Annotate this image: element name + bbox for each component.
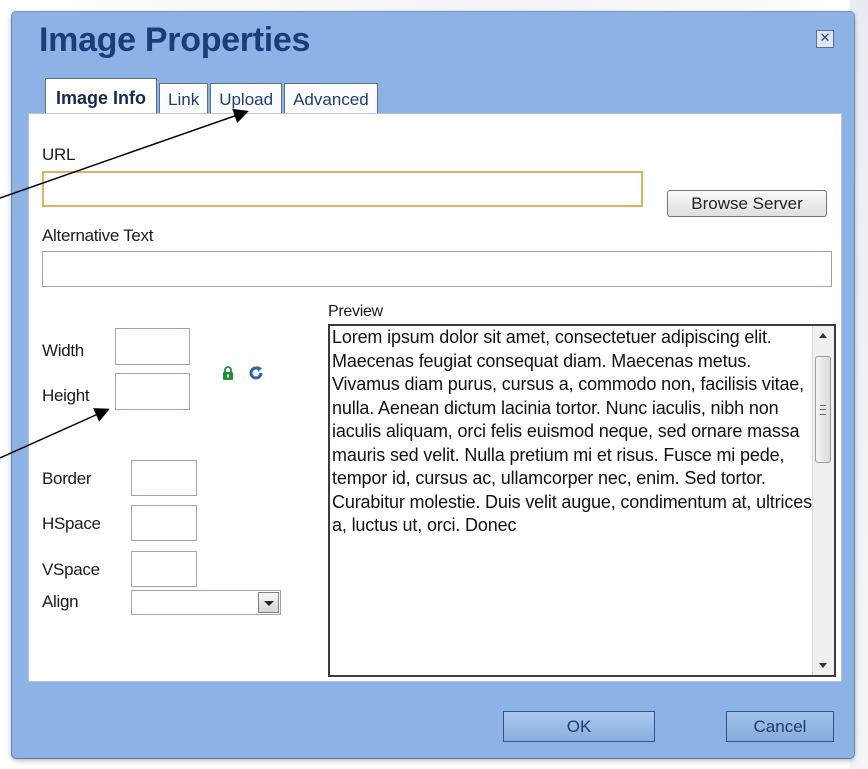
tab-bar: Image Info Link Upload Advanced	[45, 78, 380, 114]
cancel-button[interactable]: Cancel	[726, 711, 834, 742]
vspace-input[interactable]	[131, 551, 197, 587]
image-info-panel: URL Browse Server Alternative Text Width…	[28, 113, 842, 682]
ok-button[interactable]: OK	[503, 711, 655, 742]
tab-link[interactable]: Link	[159, 83, 209, 114]
url-label: URL	[42, 145, 76, 164]
dialog-footer: OK Cancel	[12, 684, 854, 758]
dialog-title: Image Properties	[39, 21, 311, 59]
browse-server-button[interactable]: Browse Server	[667, 190, 827, 217]
reset-size-icon[interactable]	[248, 365, 264, 381]
tab-upload[interactable]: Upload	[210, 83, 283, 114]
url-input[interactable]	[42, 171, 643, 207]
align-select[interactable]	[131, 590, 281, 615]
preview-label: Preview	[328, 303, 383, 320]
vspace-label: VSpace	[42, 560, 100, 579]
scroll-up-icon[interactable]	[813, 326, 833, 346]
hspace-input[interactable]	[131, 505, 197, 541]
scroll-down-icon[interactable]	[813, 655, 833, 675]
chevron-down-icon[interactable]	[258, 592, 279, 613]
border-label: Border	[42, 469, 92, 488]
tab-image-info[interactable]: Image Info	[45, 78, 158, 114]
grip-icon	[820, 405, 826, 415]
close-icon[interactable]: ✕	[816, 30, 834, 48]
alt-text-input[interactable]	[42, 251, 832, 287]
alt-text-label: Alternative Text	[42, 226, 154, 245]
align-label: Align	[42, 592, 79, 611]
height-label: Height	[42, 386, 90, 405]
tab-advanced[interactable]: Advanced	[284, 83, 378, 114]
border-input[interactable]	[131, 460, 197, 496]
image-properties-dialog: Image Properties ✕ Image Info Link Uploa…	[12, 12, 854, 758]
lock-icon[interactable]	[222, 366, 234, 380]
height-input[interactable]	[115, 373, 190, 410]
scroll-thumb[interactable]	[815, 356, 831, 463]
preview-text: Lorem ipsum dolor sit amet, consectetuer…	[332, 327, 812, 535]
width-input[interactable]	[115, 328, 190, 365]
hspace-label: HSpace	[42, 514, 101, 533]
preview-scrollbar[interactable]	[812, 326, 834, 675]
preview-box[interactable]: Lorem ipsum dolor sit amet, consectetuer…	[328, 324, 836, 677]
width-label: Width	[42, 341, 84, 360]
